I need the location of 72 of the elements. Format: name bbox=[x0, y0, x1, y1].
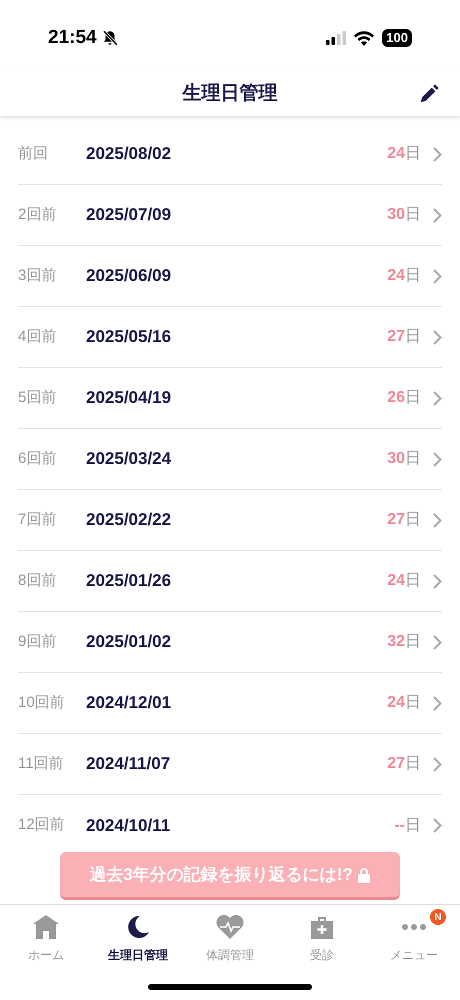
cycle-label: 4回前 bbox=[18, 326, 58, 347]
chevron-right-icon bbox=[433, 452, 442, 466]
cycle-label: 8回前 bbox=[18, 570, 58, 591]
chevron-right-icon bbox=[433, 330, 442, 344]
start-date: 2025/06/09 bbox=[86, 265, 172, 288]
signal-icon bbox=[326, 31, 346, 45]
page-title: 生理日管理 bbox=[182, 82, 278, 106]
cycle-label: 12回前 bbox=[18, 815, 66, 836]
record-row[interactable]: 6回前 2025/03/24 30日 bbox=[18, 429, 442, 490]
record-row[interactable]: 7回前 2025/02/22 27日 bbox=[18, 490, 442, 551]
cycle-label: 7回前 bbox=[18, 510, 58, 530]
cycle-label: 9回前 bbox=[18, 632, 58, 652]
cycle-days: 24日 bbox=[387, 142, 421, 166]
cycle-label: 11回前 bbox=[18, 754, 65, 774]
record-row[interactable]: 2回前 2025/07/09 30日 bbox=[18, 185, 442, 246]
pencil-icon[interactable] bbox=[418, 83, 440, 105]
cycle-label: 6回前 bbox=[18, 448, 58, 469]
cycle-days: 27日 bbox=[387, 752, 421, 776]
start-date: 2024/12/01 bbox=[86, 692, 172, 714]
house-icon bbox=[33, 915, 59, 939]
cycle-label: 5回前 bbox=[18, 388, 58, 408]
start-date: 2025/04/19 bbox=[86, 387, 172, 410]
chevron-right-icon bbox=[433, 696, 442, 710]
chevron-right-icon bbox=[433, 390, 442, 406]
cycle-label: 2回前 bbox=[18, 204, 58, 225]
chevron-right-icon bbox=[433, 818, 442, 833]
cycle-days: 27日 bbox=[387, 508, 421, 532]
chevron-right-icon bbox=[433, 268, 442, 284]
heart-pulse-icon bbox=[216, 915, 244, 939]
clock-time: 21:54 bbox=[48, 26, 97, 50]
cycle-days: 30日 bbox=[387, 447, 421, 471]
chevron-right-icon bbox=[433, 634, 442, 650]
cycle-days: 24日 bbox=[387, 264, 421, 288]
cycle-days: --日 bbox=[394, 814, 421, 838]
chevron-right-icon bbox=[433, 512, 442, 528]
start-date: 2025/03/24 bbox=[86, 448, 172, 470]
start-date: 2024/10/11 bbox=[86, 814, 172, 837]
notification-badge: N bbox=[430, 909, 446, 925]
chevron-right-icon bbox=[433, 146, 442, 162]
record-row[interactable]: 10回前 2024/12/01 24日 bbox=[18, 673, 442, 734]
start-date: 2025/01/26 bbox=[86, 570, 172, 592]
start-date: 2025/01/02 bbox=[86, 631, 172, 654]
cycle-label: 10回前 bbox=[18, 692, 66, 713]
cycle-days: 24日 bbox=[387, 691, 421, 715]
cycle-label: 3回前 bbox=[18, 266, 58, 286]
start-date: 2024/11/07 bbox=[86, 753, 172, 776]
tab-item[interactable]: 生理日管理 bbox=[92, 905, 184, 964]
start-date: 2025/07/09 bbox=[86, 204, 172, 226]
cycle-days: 26日 bbox=[387, 386, 421, 410]
cycle-label: 前回 bbox=[18, 144, 49, 164]
wifi-icon bbox=[354, 30, 374, 46]
cycle-days: 24日 bbox=[387, 569, 421, 593]
record-row[interactable]: 5回前 2025/04/19 26日 bbox=[18, 368, 442, 429]
battery-level: 100 bbox=[382, 29, 412, 47]
record-row[interactable]: 4回前 2025/05/16 27日 bbox=[18, 307, 442, 368]
start-date: 2025/02/22 bbox=[86, 509, 172, 532]
start-date: 2025/08/02 bbox=[86, 143, 172, 166]
record-row[interactable]: 11回前 2024/11/07 27日 bbox=[18, 734, 442, 795]
record-row[interactable]: 9回前 2025/01/02 32日 bbox=[18, 612, 442, 673]
chevron-right-icon bbox=[433, 574, 442, 588]
medical-bag-icon bbox=[310, 915, 334, 939]
moon-icon bbox=[126, 915, 150, 939]
cycle-days: 32日 bbox=[387, 630, 421, 654]
cycle-days: 30日 bbox=[387, 203, 421, 227]
record-row[interactable]: 前回 2025/08/02 24日 bbox=[18, 124, 442, 185]
start-date: 2025/05/16 bbox=[86, 326, 172, 348]
cycle-days: 27日 bbox=[387, 325, 421, 349]
more-icon bbox=[401, 923, 427, 931]
record-row[interactable]: 8回前 2025/01/26 24日 bbox=[18, 551, 442, 612]
chevron-right-icon bbox=[433, 756, 442, 772]
record-row[interactable]: 3回前 2025/06/09 24日 bbox=[18, 246, 442, 307]
chevron-right-icon bbox=[433, 208, 442, 222]
